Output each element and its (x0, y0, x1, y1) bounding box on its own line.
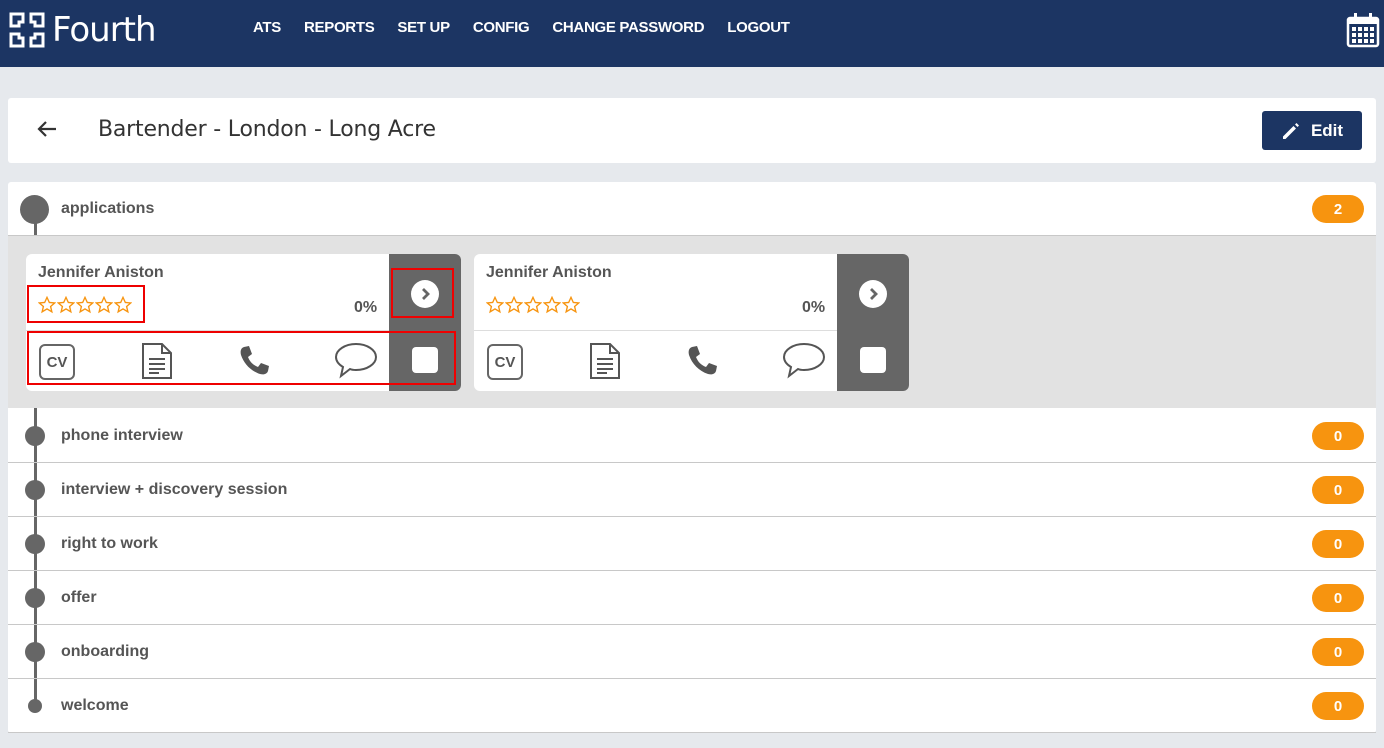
card-side-panel (389, 254, 461, 391)
chevron-right-icon[interactable] (859, 280, 887, 308)
stage-count-badge: 0 (1312, 530, 1364, 558)
star-icon[interactable] (505, 296, 523, 314)
nav-item-ats[interactable]: ATS (253, 19, 281, 36)
star-icon[interactable] (524, 296, 542, 314)
main-nav: ATS REPORTS SET UP CONFIG CHANGE PASSWOR… (253, 19, 813, 36)
application-card[interactable]: Jennifer Aniston 0% CV (26, 254, 461, 391)
document-icon[interactable] (140, 342, 174, 380)
edit-button-label: Edit (1310, 120, 1344, 140)
applications-list: Jennifer Aniston 0% CV Jennifer Aniston … (8, 236, 1376, 408)
calendar-icon[interactable] (1346, 12, 1380, 48)
nav-item-reports[interactable]: REPORTS (304, 19, 375, 36)
star-icon[interactable] (38, 296, 56, 314)
stage-label: applications (61, 200, 155, 217)
stage-right-to-work[interactable]: right to work 0 (8, 517, 1376, 571)
star-icon[interactable] (57, 296, 75, 314)
stage-onboarding[interactable]: onboarding 0 (8, 625, 1376, 679)
select-checkbox[interactable] (860, 347, 886, 373)
stage-dot (20, 195, 49, 224)
star-icon[interactable] (76, 296, 94, 314)
stage-interview-discovery[interactable]: interview + discovery session 0 (8, 463, 1376, 517)
arrow-left-icon[interactable] (36, 118, 58, 140)
stage-count-badge: 0 (1312, 692, 1364, 720)
cv-icon[interactable]: CV (487, 344, 523, 380)
stage-phone-interview[interactable]: phone interview 0 (8, 409, 1376, 463)
stage-label: onboarding (61, 643, 149, 660)
stage-dot (25, 534, 45, 554)
star-icon[interactable] (562, 296, 580, 314)
page-title: Bartender - London - Long Acre (98, 117, 436, 142)
document-icon[interactable] (588, 342, 622, 380)
stage-welcome[interactable]: welcome 0 (8, 679, 1376, 733)
stage-dot (25, 480, 45, 500)
star-rating[interactable] (486, 296, 581, 314)
progress-percent: 0% (354, 299, 378, 316)
job-header-card: Bartender - London - Long Acre Edit (8, 98, 1376, 163)
star-icon[interactable] (95, 296, 113, 314)
applicant-name: Jennifer Aniston (486, 264, 612, 281)
brand-name: Fourth (52, 10, 157, 50)
stage-label: welcome (61, 697, 129, 714)
phone-icon[interactable] (238, 344, 270, 376)
stage-dot (25, 426, 45, 446)
stage-label: offer (61, 589, 97, 606)
comment-icon[interactable] (334, 341, 378, 379)
stage-applications[interactable]: applications 2 (8, 182, 1376, 236)
star-icon[interactable] (486, 296, 504, 314)
stage-label: phone interview (61, 427, 183, 444)
chevron-right-icon[interactable] (411, 280, 439, 308)
progress-percent: 0% (802, 299, 826, 316)
phone-icon[interactable] (686, 344, 718, 376)
stage-count-badge: 0 (1312, 584, 1364, 612)
fourth-logo[interactable]: Fourth (8, 10, 157, 50)
star-icon[interactable] (543, 296, 561, 314)
stage-count-badge: 0 (1312, 422, 1364, 450)
pencil-icon (1282, 122, 1299, 139)
fourth-logo-mark-icon (9, 12, 45, 48)
stage-label: interview + discovery session (61, 481, 288, 498)
application-card[interactable]: Jennifer Aniston 0% CV (474, 254, 909, 391)
stage-label: right to work (61, 535, 158, 552)
card-divider (26, 330, 389, 331)
cv-icon[interactable]: CV (39, 344, 75, 380)
applicant-name: Jennifer Aniston (38, 264, 164, 281)
top-nav-bar: Fourth ATS REPORTS SET UP CONFIG CHANGE … (0, 0, 1384, 67)
nav-item-change-password[interactable]: CHANGE PASSWORD (552, 19, 704, 36)
star-rating[interactable] (38, 296, 133, 314)
nav-item-logout[interactable]: LOGOUT (727, 19, 790, 36)
stage-dot (28, 699, 42, 713)
pipeline-stages: applications 2 Jennifer Aniston 0% CV Je… (8, 182, 1376, 733)
stage-offer[interactable]: offer 0 (8, 571, 1376, 625)
comment-icon[interactable] (782, 341, 826, 379)
stage-dot (25, 642, 45, 662)
nav-item-config[interactable]: CONFIG (473, 19, 530, 36)
card-divider (474, 330, 837, 331)
stage-count-badge: 0 (1312, 476, 1364, 504)
stage-count-badge: 0 (1312, 638, 1364, 666)
star-icon[interactable] (114, 296, 132, 314)
card-side-panel (837, 254, 909, 391)
stage-dot (25, 588, 45, 608)
edit-button[interactable]: Edit (1262, 111, 1362, 150)
select-checkbox[interactable] (412, 347, 438, 373)
nav-item-setup[interactable]: SET UP (397, 19, 450, 36)
stage-count-badge: 2 (1312, 195, 1364, 223)
